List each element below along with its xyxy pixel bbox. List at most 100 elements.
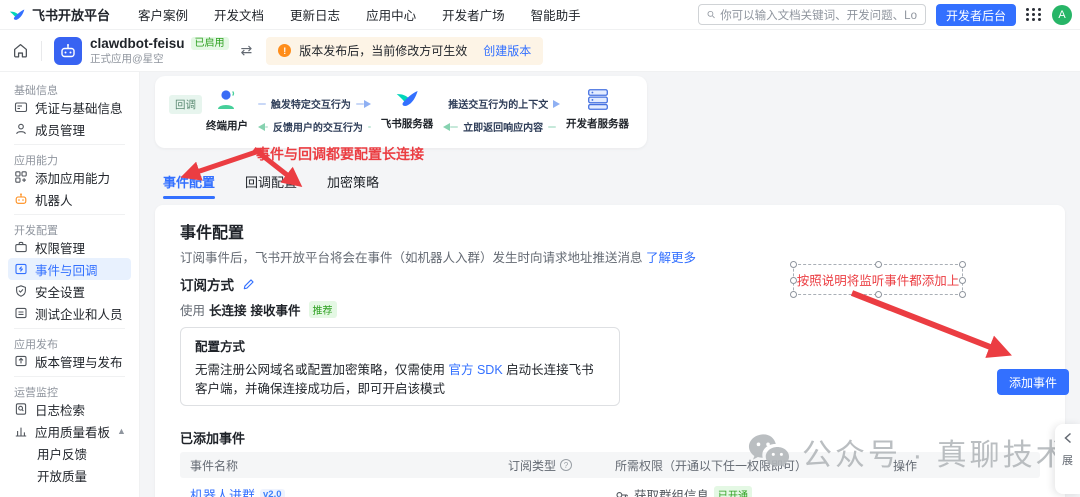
app-bar: clawdbot-feisu 已启用 正式应用@星空 ⇄ ! 版本发布后，当前修… [0, 30, 1080, 72]
switch-app-icon[interactable]: ⇄ [241, 42, 253, 59]
config-tabs: 事件配置 回调配置 加密策略 [163, 172, 379, 199]
arrow-group-2: 推送交互行为的上下文 立即返回响应内容 [443, 96, 561, 134]
tab-callback-config[interactable]: 回调配置 [245, 172, 297, 199]
briefcase-icon [15, 241, 27, 253]
feishu-server-icon [396, 90, 418, 107]
config-mode-box: 配置方式 无需注册公网域名或配置加密策略，仅需使用 官方 SDK 启动长连接飞书… [180, 327, 620, 406]
divider [14, 328, 125, 329]
sidebar-section-release: 应用发布 [14, 339, 58, 351]
sidebar-item-log-search[interactable]: 日志检索 [8, 398, 131, 420]
event-link[interactable]: 机器人进群 v2.0 [190, 485, 498, 497]
avatar[interactable]: A [1052, 4, 1072, 25]
sidebar-item-permissions[interactable]: 权限管理 [8, 236, 131, 258]
search-input[interactable]: 你可以输入文档关键词、开发问题、Log ID、错误码 [697, 4, 926, 25]
tab-event-config[interactable]: 事件配置 [163, 172, 216, 199]
arrow-right-icon [553, 99, 561, 108]
panel-title: 事件配置 [180, 225, 245, 242]
credential-card-icon [14, 102, 28, 113]
wechat-icon [748, 434, 790, 468]
sidebar-item-open-quality[interactable]: 开放质量 [8, 464, 131, 486]
arrow-right-icon [363, 99, 371, 108]
feishu-open-platform-console: 飞书开放平台 客户案例 开发文档 更新日志 应用中心 开发者广场 智能助手 你可… [0, 0, 1080, 497]
version-banner: ! 版本发布后，当前修改方可生效 创建版本 [266, 36, 544, 65]
watermark: 公众号 · 真聊技术 [746, 430, 1069, 474]
sidebar-item-add-capability[interactable]: 添加应用能力 [8, 166, 131, 188]
tab-encryption[interactable]: 加密策略 [327, 172, 379, 199]
selection-handle [959, 291, 966, 298]
topnav-item-appcenter[interactable]: 应用中心 [366, 5, 416, 24]
sidebar-item-members[interactable]: 成员管理 [8, 118, 131, 140]
top-navigation: 飞书开放平台 客户案例 开发文档 更新日志 应用中心 开发者广场 智能助手 你可… [0, 0, 1080, 30]
topnav-item-docs[interactable]: 开发文档 [214, 5, 264, 24]
sidebar-item-credentials[interactable]: 凭证与基础信息 [8, 96, 131, 118]
developer-console-button[interactable]: 开发者后台 [935, 3, 1016, 26]
log-search-icon [15, 403, 27, 415]
app-status-badge: 已启用 [190, 36, 229, 51]
robot-icon [15, 193, 27, 204]
selection-handle [959, 277, 966, 284]
event-name-cell: 机器人进群 v2.0 im.chat.member.bot.added_v1 [180, 485, 498, 497]
robot-avatar-icon [61, 43, 75, 57]
callback-badge: 回调 [169, 95, 202, 114]
permission-status-badge: 已开通 [714, 486, 753, 497]
config-box-title: 配置方式 [195, 340, 246, 354]
edit-pencil-icon[interactable] [242, 278, 255, 291]
apps-grid-icon[interactable] [1026, 8, 1042, 21]
version-badge: v2.0 [260, 489, 285, 497]
sidebar-item-test-org[interactable]: 测试企业和人员 [8, 302, 131, 324]
app-avatar [54, 36, 82, 65]
selection-handle [959, 261, 966, 268]
chart-bars-icon [15, 427, 27, 437]
app-name: clawdbot-feisu [90, 35, 185, 51]
brand[interactable]: 飞书开放平台 [8, 5, 110, 24]
sidebar-item-quality-board[interactable]: 应用质量看板 ▲ [8, 420, 131, 442]
end-user-icon [218, 90, 235, 109]
permissions-cell: 获取群组信息 已开通 查看其他权限 ⌄ [605, 485, 883, 497]
divider [14, 376, 125, 377]
drawer-label: 展 [1062, 455, 1073, 467]
sidebar-item-version-release[interactable]: 版本管理与发布 [8, 350, 131, 372]
topnav-right: 你可以输入文档关键词、开发问题、Log ID、错误码 开发者后台 A [697, 3, 1072, 26]
member-icon [16, 123, 26, 135]
publish-icon [15, 355, 27, 367]
sidebar-item-events-callbacks[interactable]: 事件与回调 [8, 258, 131, 280]
sidebar-section-devconfig: 开发配置 [14, 225, 58, 237]
chevron-up-icon[interactable]: ▲ [117, 426, 126, 436]
sidebar-item-bot[interactable]: 机器人 [8, 188, 131, 210]
learn-more-link[interactable]: 了解更多 [646, 251, 696, 265]
add-event-button[interactable]: 添加事件 [997, 369, 1070, 395]
topnav-item-assistant[interactable]: 智能助手 [531, 5, 581, 24]
topnav-item-cases[interactable]: 客户案例 [138, 5, 188, 24]
grid-plus-icon [15, 171, 27, 183]
arrow-label: 立即返回响应内容 [463, 123, 544, 134]
home-icon[interactable] [12, 42, 29, 59]
arrow-left-icon [443, 122, 451, 131]
table-row: 机器人进群 v2.0 im.chat.member.bot.added_v1 应… [180, 478, 1040, 497]
app-meta: clawdbot-feisu 已启用 正式应用@星空 [90, 36, 229, 66]
active-tab-underline [163, 196, 216, 199]
test-org-icon [15, 307, 27, 319]
create-version-link[interactable]: 创建版本 [483, 42, 531, 59]
brand-title: 飞书开放平台 [32, 8, 111, 23]
node-end-user: 终端用户 [206, 86, 248, 133]
divider [14, 214, 125, 215]
banner-text: 版本发布后，当前修改方可生效 [299, 44, 468, 58]
col-subscription-type: 订阅类型 ? [498, 457, 605, 474]
divider [14, 144, 125, 145]
selection-handle [875, 261, 882, 268]
watermark-text: 公众号 · 真聊技术 [802, 439, 1069, 472]
official-sdk-link[interactable]: 官方 SDK [449, 363, 503, 377]
topnav-item-changelog[interactable]: 更新日志 [290, 5, 340, 24]
shield-check-icon [16, 285, 26, 297]
info-icon[interactable]: ? [560, 459, 573, 471]
search-placeholder: 你可以输入文档关键词、开发问题、Log ID、错误码 [720, 9, 917, 22]
sidebar-section-monitor: 运营监控 [14, 387, 58, 399]
sidebar-item-security[interactable]: 安全设置 [8, 280, 131, 302]
event-callback-icon [15, 263, 27, 275]
key-icon [616, 491, 628, 497]
sidebar-item-user-feedback[interactable]: 用户反馈 [8, 442, 131, 464]
selection-handle [790, 291, 797, 298]
expand-drawer-handle[interactable]: 展 [1055, 424, 1080, 494]
warning-icon: ! [278, 44, 292, 57]
topnav-item-devplaza[interactable]: 开发者广场 [442, 5, 505, 24]
